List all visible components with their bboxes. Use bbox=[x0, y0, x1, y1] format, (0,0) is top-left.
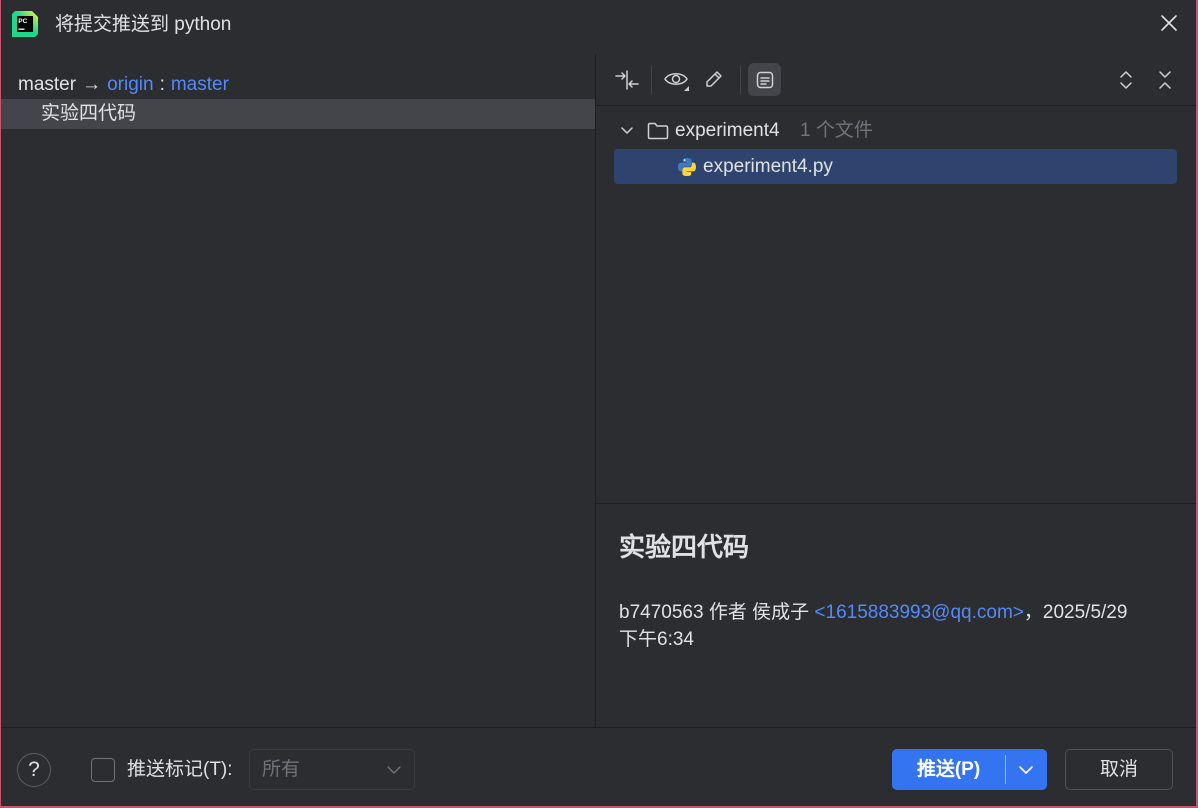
author-label: 作者 bbox=[708, 602, 747, 623]
remote-separator: : bbox=[159, 74, 165, 95]
push-tags-checkbox[interactable] bbox=[91, 758, 115, 782]
tree-folder-file-count: 1 个文件 bbox=[800, 120, 873, 141]
tags-scope-value: 所有 bbox=[262, 759, 301, 780]
folder-expand-toggle[interactable] bbox=[621, 127, 633, 135]
author-name: 侯成子 bbox=[752, 602, 810, 623]
folder-icon bbox=[647, 122, 669, 140]
collapse-all-icon[interactable] bbox=[1156, 68, 1174, 92]
dialog-title: 将提交推送到 python bbox=[55, 14, 232, 35]
edit-pencil-icon[interactable] bbox=[703, 68, 725, 90]
expand-all-button[interactable] bbox=[1117, 68, 1135, 92]
commit-time: 下午6:34 bbox=[619, 629, 694, 650]
commit-subject: 实验四代码 bbox=[619, 533, 750, 563]
push-arrow-glyph: → bbox=[82, 74, 102, 95]
tree-file-name[interactable]: experiment4.py bbox=[703, 156, 833, 178]
push-button[interactable]: 推送(P) bbox=[892, 749, 1005, 790]
push-tags-label[interactable]: 推送标记(T): bbox=[127, 759, 233, 781]
panel-divider bbox=[595, 54, 596, 727]
branch-row: master → origin : master bbox=[18, 74, 229, 96]
details-divider bbox=[596, 503, 1198, 504]
commit-hash: b7470563 bbox=[619, 602, 704, 623]
expand-all-icon[interactable] bbox=[1117, 68, 1135, 92]
chevron-down-icon[interactable] bbox=[1019, 766, 1033, 774]
commit-time-line: 下午6:34 bbox=[619, 628, 694, 652]
local-branch: master bbox=[18, 74, 77, 95]
commit-message: 实验四代码 bbox=[41, 103, 137, 124]
remote-name-link[interactable]: origin bbox=[107, 74, 153, 96]
remote-branch-link[interactable]: master bbox=[171, 74, 229, 96]
footer-divider bbox=[0, 727, 1198, 728]
collapse-all-button[interactable] bbox=[1156, 68, 1174, 92]
toolbar-separator bbox=[651, 66, 652, 94]
toolbar-divider bbox=[596, 105, 1198, 106]
chevron-down-icon bbox=[387, 766, 401, 774]
eye-icon[interactable] bbox=[663, 67, 691, 93]
push-options-button[interactable] bbox=[1006, 749, 1047, 790]
chevron-down-icon[interactable] bbox=[621, 127, 633, 135]
commit-list-item[interactable]: 实验四代码 bbox=[0, 99, 595, 129]
help-button[interactable]: ? bbox=[17, 753, 51, 787]
close-button[interactable] bbox=[1157, 11, 1181, 35]
commit-date: 2025/5/29 bbox=[1042, 602, 1128, 623]
commit-details-toggle[interactable] bbox=[748, 63, 781, 96]
tree-folder-name[interactable]: experiment4 bbox=[675, 120, 780, 142]
push-button-group: 推送(P) bbox=[892, 749, 1047, 790]
cancel-button[interactable]: 取消 bbox=[1065, 749, 1173, 790]
tags-scope-select[interactable]: 所有 bbox=[249, 749, 415, 790]
commit-details-icon[interactable] bbox=[756, 71, 774, 89]
logo-lettering: PC bbox=[18, 18, 27, 25]
pycharm-logo-icon: PC bbox=[12, 11, 38, 37]
author-email-link[interactable]: <1615883993@qq.com> bbox=[814, 602, 1023, 623]
title-bar: PC 将提交推送到 python bbox=[0, 0, 1198, 50]
show-diff-icon[interactable] bbox=[614, 67, 640, 93]
toolbar-separator bbox=[740, 66, 741, 94]
close-icon[interactable] bbox=[1157, 11, 1181, 35]
view-options-button[interactable] bbox=[663, 67, 691, 93]
edit-source-button[interactable] bbox=[703, 68, 725, 90]
tree-file-row[interactable] bbox=[614, 149, 1177, 184]
commit-meta-line: b7470563 作者 侯成子 <1615883993@qq.com>，2025… bbox=[619, 601, 1127, 625]
help-icon[interactable]: ? bbox=[28, 758, 40, 781]
meta-separator: ， bbox=[1023, 602, 1043, 623]
show-diff-button[interactable] bbox=[614, 67, 640, 93]
python-file-icon bbox=[677, 157, 697, 177]
